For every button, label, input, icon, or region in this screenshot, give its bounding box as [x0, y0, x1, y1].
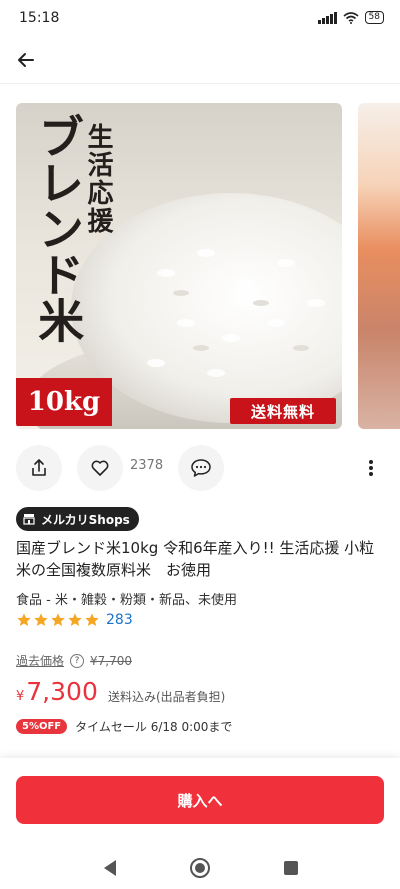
- product-title: 国産ブレンド米10kg 令和6年産入り!! 生活応援 小粒米の全国複数原料米 お…: [16, 539, 375, 579]
- buy-button[interactable]: 購入へ: [16, 776, 384, 824]
- free-shipping-tag: 送料無料: [230, 398, 336, 424]
- sale-row: 5%OFF タイムセール 6/18 0:00まで: [16, 718, 232, 735]
- nav-recents-button[interactable]: [279, 856, 303, 880]
- heart-icon: [91, 460, 109, 476]
- nav-home-button[interactable]: [188, 856, 212, 880]
- nav-home-icon: [190, 858, 210, 878]
- share-button[interactable]: [16, 445, 62, 491]
- star-icon: [34, 613, 48, 626]
- back-button[interactable]: [10, 44, 42, 76]
- back-arrow-icon: [18, 53, 34, 67]
- discount-badge: 5%OFF: [16, 719, 68, 734]
- weight-tag: 10kg: [16, 378, 112, 426]
- past-price-label[interactable]: 過去価格: [16, 652, 64, 669]
- next-product-image[interactable]: [358, 103, 400, 429]
- comment-icon: [191, 459, 211, 477]
- past-price-value: ¥7,700: [90, 653, 133, 668]
- like-button[interactable]: [77, 445, 123, 491]
- signal-icon: [317, 11, 337, 24]
- rating-count[interactable]: 283: [106, 612, 133, 628]
- rating-row[interactable]: 283: [16, 612, 133, 628]
- more-vertical-icon: [369, 460, 373, 476]
- star-icon: [51, 613, 65, 626]
- status-icons: 58: [317, 11, 384, 24]
- price-value: 7,300: [26, 677, 98, 706]
- star-icon: [17, 613, 31, 626]
- product-category[interactable]: 食品 - 米・雑穀・粉類・新品、未使用: [16, 589, 237, 608]
- system-nav-bar: [0, 844, 400, 889]
- star-icon: [85, 613, 99, 626]
- nav-recents-icon: [284, 861, 298, 875]
- wifi-icon: [343, 11, 359, 24]
- action-row: 2378: [0, 445, 400, 491]
- image-label-sub: 生活応援: [83, 123, 113, 235]
- image-label-main: ブレンド米: [31, 113, 86, 343]
- price-currency: ¥: [16, 689, 25, 704]
- like-count: 2378: [130, 458, 164, 473]
- share-icon: [32, 459, 46, 476]
- price: ¥ 7,300: [16, 677, 98, 706]
- past-price-row: 過去価格 ? ¥7,700: [16, 652, 132, 669]
- product-image[interactable]: ブレンド米 生活応援 10kg 送料無料: [16, 103, 342, 429]
- rating-stars: [16, 612, 100, 628]
- sale-text: タイムセール 6/18 0:00まで: [75, 720, 233, 734]
- battery-indicator: 58: [364, 11, 384, 24]
- top-app-bar: [0, 36, 400, 84]
- more-options-button[interactable]: [356, 453, 386, 483]
- shop-icon: [23, 514, 35, 525]
- help-icon[interactable]: ?: [70, 653, 85, 668]
- shop-badge[interactable]: メルカリShops: [16, 507, 139, 531]
- nav-back-button[interactable]: [98, 856, 122, 880]
- star-icon: [68, 613, 82, 626]
- bottom-action-sheet: 購入へ: [0, 758, 400, 889]
- status-time: 15:18: [19, 10, 60, 26]
- shop-badge-label: メルカリShops: [41, 512, 130, 527]
- nav-back-icon: [104, 860, 116, 876]
- comment-button[interactable]: [178, 445, 224, 491]
- status-bar: 15:18 58: [0, 0, 400, 36]
- shipping-note: 送料込み(出品者負担): [108, 690, 226, 704]
- image-gallery[interactable]: ブレンド米 生活応援 10kg 送料無料: [0, 103, 400, 429]
